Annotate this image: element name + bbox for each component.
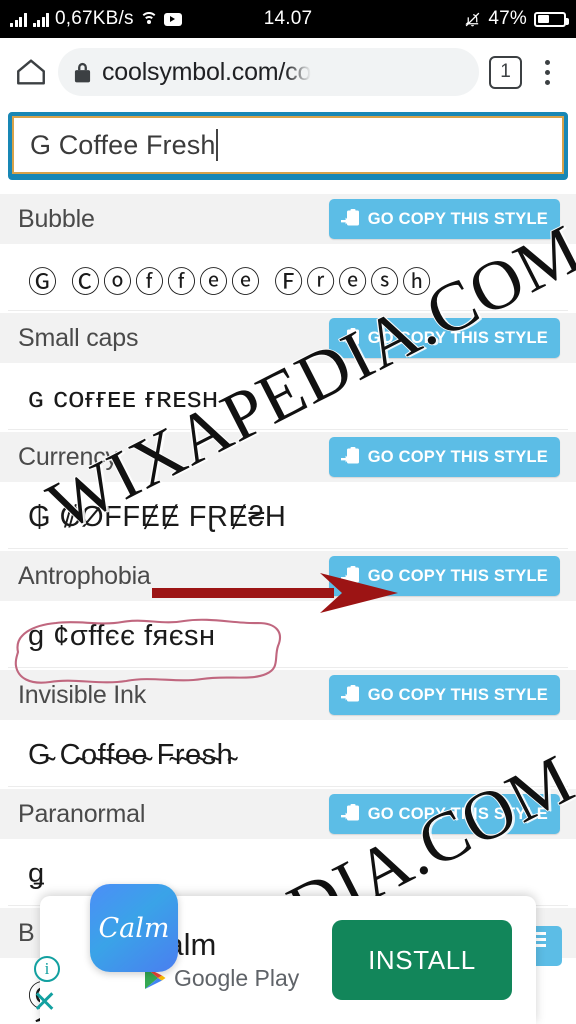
style-name-label: B — [18, 918, 35, 947]
style-header: Currency GO COPY THIS STYLE — [0, 432, 576, 482]
clipboard-copy-icon — [340, 209, 361, 229]
style-block-antrophobia: Antrophobia GO COPY THIS STYLE g ¢σffєє … — [0, 551, 576, 668]
clipboard-copy-icon — [340, 447, 361, 467]
ad-info-icon[interactable]: i — [34, 956, 60, 982]
clipboard-copy-icon — [340, 804, 361, 824]
copy-style-button[interactable]: GO COPY THIS STYLE — [328, 556, 560, 596]
lock-icon — [74, 62, 91, 83]
copy-style-button[interactable]: GO COPY THIS STYLE — [328, 318, 560, 358]
home-icon[interactable] — [14, 55, 48, 89]
signal-bars-sim1-icon — [10, 12, 27, 27]
copy-style-button[interactable]: GO COPY THIS STYLE — [328, 199, 560, 239]
ad-banner[interactable]: Calm Calm Google Play INSTALL — [40, 884, 536, 1024]
wifi-icon — [139, 12, 158, 26]
style-text-input-value: G Coffee Fresh — [30, 129, 216, 160]
style-block-small-caps: Small caps GO COPY THIS STYLE ɢ ᴄᴏғғᴇᴇ ғ… — [0, 313, 576, 430]
ad-close-icon[interactable]: ✕ — [32, 988, 57, 1018]
style-name-label: Currency — [18, 442, 118, 471]
copy-style-button-label: GO COPY THIS STYLE — [367, 804, 548, 823]
style-sample-text[interactable]: G̴ C̴o̴f̴f̴e̴e̴ F̴r̴e̴s̴h̴ — [8, 725, 568, 787]
text-input-section: G Coffee Fresh — [0, 106, 576, 178]
ad-store-label: Google Play — [174, 964, 300, 991]
phone-screen: 0,67KB/s 14.07 47% coolsymbol.com/co 1 G… — [0, 0, 576, 1024]
text-cursor — [216, 129, 219, 161]
style-header: Antrophobia GO COPY THIS STYLE — [0, 551, 576, 601]
style-header: Bubble GO COPY THIS STYLE — [0, 194, 576, 244]
style-sample-text[interactable]: Ⓖ Ⓒⓞⓕⓕⓔⓔ Ⓕⓡⓔⓢⓗ — [8, 249, 568, 311]
style-header: Invisible Ink GO COPY THIS STYLE — [0, 670, 576, 720]
style-name-label: Antrophobia — [18, 561, 151, 590]
style-header: Paranormal GO COPY THIS STYLE — [0, 789, 576, 839]
style-sample-text[interactable]: ₲ ₡ØFFɆɆ FⱤɆ₴H — [8, 487, 568, 549]
copy-style-button[interactable]: GO COPY THIS STYLE — [328, 437, 560, 477]
signal-bars-sim2-icon — [32, 12, 49, 27]
three-dot-menu-icon[interactable] — [532, 59, 562, 85]
copy-style-button-label: GO COPY THIS STYLE — [367, 328, 548, 347]
copy-style-button-label: GO COPY THIS STYLE — [367, 685, 548, 704]
status-bar-left: 0,67KB/s — [10, 8, 464, 30]
battery-percent-label: 47% — [488, 8, 527, 29]
clipboard-copy-icon — [340, 685, 361, 705]
style-name-label: Paranormal — [18, 799, 146, 828]
youtube-icon — [163, 12, 182, 26]
network-speed-label: 0,67KB/s — [55, 8, 134, 29]
url-text: coolsymbol.com/co — [102, 57, 312, 86]
url-bar[interactable]: coolsymbol.com/co — [58, 48, 479, 96]
copy-style-button-label: GO COPY THIS STYLE — [367, 209, 548, 228]
style-name-label: Bubble — [18, 204, 95, 233]
style-name-label: Invisible Ink — [18, 680, 147, 709]
browser-toolbar: coolsymbol.com/co 1 — [0, 38, 576, 106]
style-block-invisible-ink: Invisible Ink GO COPY THIS STYLE G̴ C̴o̴… — [0, 670, 576, 787]
webpage-content: G Coffee Fresh Bubble GO COPY THIS STYLE… — [0, 106, 576, 1024]
copy-style-button-label: GO COPY THIS STYLE — [367, 566, 548, 585]
style-block-paranormal: Paranormal GO COPY THIS STYLE ǥ — [0, 789, 576, 906]
copy-style-button[interactable]: GO COPY THIS STYLE — [328, 794, 560, 834]
style-header: Small caps GO COPY THIS STYLE — [0, 313, 576, 363]
tab-counter-button[interactable]: 1 — [489, 55, 522, 89]
battery-icon — [534, 11, 569, 27]
copy-style-button-label: GO COPY THIS STYLE — [367, 447, 548, 466]
clipboard-copy-icon — [340, 566, 361, 586]
clipboard-copy-icon — [340, 328, 361, 348]
style-block-currency: Currency GO COPY THIS STYLE ₲ ₡ØFFɆɆ FⱤɆ… — [0, 432, 576, 549]
ad-install-button[interactable]: INSTALL — [332, 920, 512, 1000]
bell-mute-icon — [464, 11, 481, 28]
style-name-label: Small caps — [18, 323, 139, 352]
status-bar-right: 47% — [464, 8, 569, 30]
style-block-bubble: Bubble GO COPY THIS STYLE Ⓖ Ⓒⓞⓕⓕⓔⓔ Ⓕⓡⓔⓢⓗ — [0, 194, 576, 311]
style-sample-text[interactable]: ɢ ᴄᴏғғᴇᴇ ғʀᴇsʜ — [8, 368, 568, 430]
style-sample-text[interactable]: g ¢σffєє fяєѕн — [8, 606, 568, 668]
copy-style-button[interactable]: GO COPY THIS STYLE — [328, 675, 560, 715]
status-bar: 0,67KB/s 14.07 47% — [0, 0, 576, 38]
calm-app-icon: Calm — [90, 884, 178, 972]
style-text-input[interactable]: G Coffee Fresh — [8, 112, 568, 178]
